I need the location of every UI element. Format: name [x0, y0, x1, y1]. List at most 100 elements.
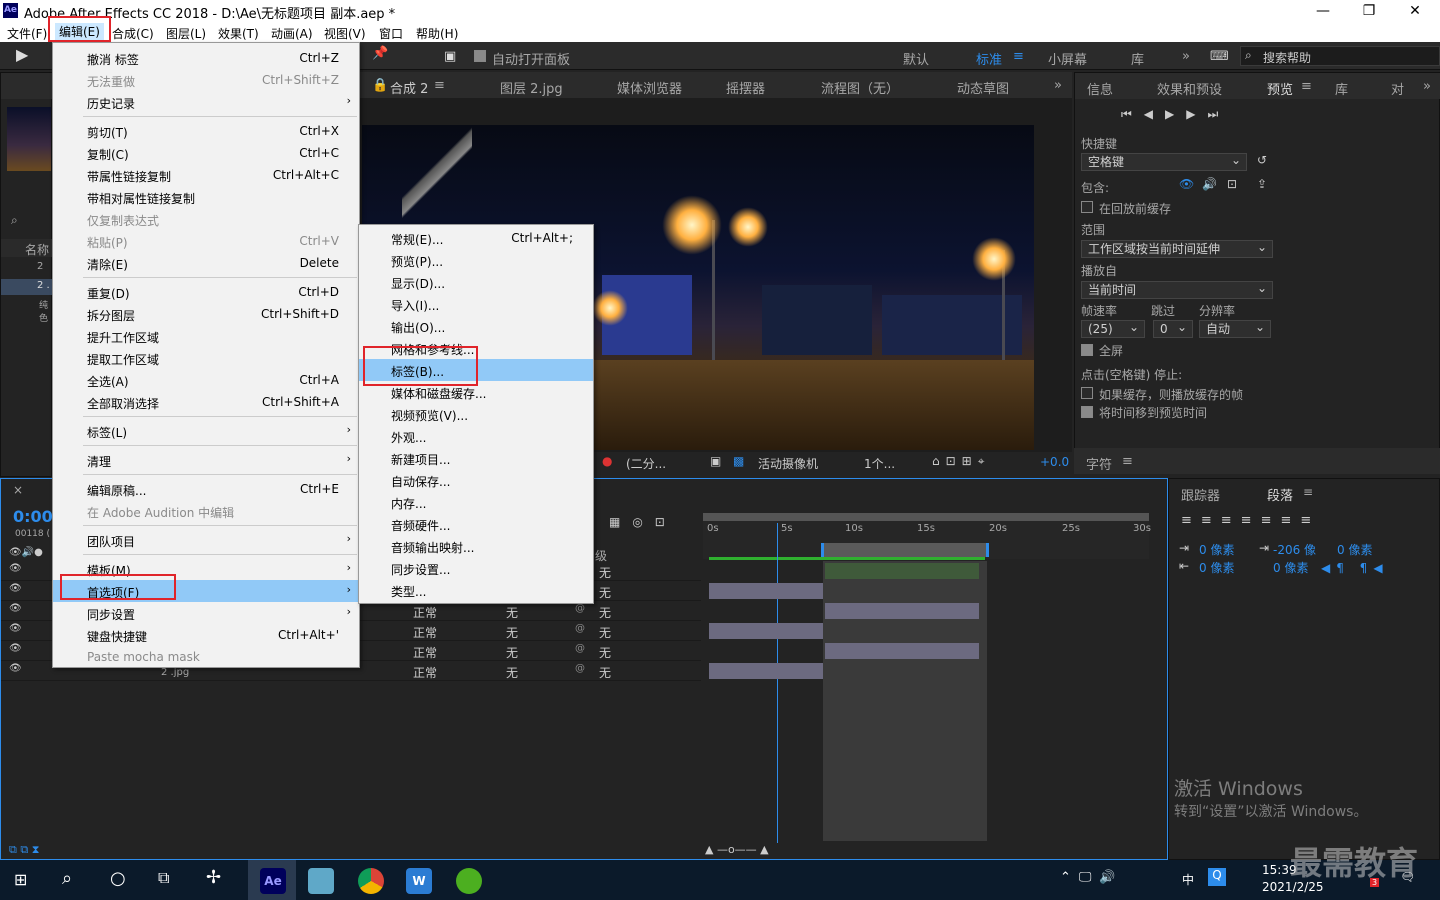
edit-menu-item[interactable]: 全选(A) Ctrl+A — [53, 369, 359, 391]
ime-indicator[interactable]: 中 — [1182, 871, 1194, 888]
edit-menu-item[interactable]: 编辑原稿... Ctrl+E — [53, 478, 359, 500]
tab-layer-2[interactable]: 图层 2.jpg — [500, 78, 563, 97]
edit-menu-item[interactable]: 清除(E) Delete — [53, 252, 359, 274]
timeline-footer-icons[interactable]: ⧉ ⧉ ⧗ — [9, 843, 39, 857]
preferences-menu-item[interactable]: 内存... — [359, 491, 593, 513]
stop-opt2-checkbox[interactable] — [1081, 406, 1093, 418]
viewer-option-icons[interactable]: ⌂⊡⊞⌖ — [932, 454, 990, 469]
sync-icon[interactable]: ⌨ — [1210, 49, 1229, 64]
more-workspaces-icon[interactable]: » — [1182, 49, 1190, 64]
layer-track-matte[interactable]: 无 — [506, 664, 518, 681]
layer-track-matte[interactable]: 无 — [506, 604, 518, 621]
edit-menu-item[interactable]: 全部取消选择 Ctrl+Shift+A — [53, 391, 359, 413]
indent-left-value[interactable]: 0 像素 — [1199, 541, 1234, 558]
tab-library[interactable]: 库 — [1335, 79, 1348, 98]
visibility-eye-icon[interactable]: 👁 — [9, 623, 22, 634]
chrome-icon[interactable] — [358, 868, 384, 894]
selection-tool-icon[interactable]: ▶ — [16, 45, 28, 64]
workspace-library[interactable]: 库 — [1131, 49, 1144, 68]
space-before-value[interactable]: 0 像素 — [1199, 559, 1234, 576]
preferences-menu-item[interactable]: 预览(P)... — [359, 249, 593, 271]
visibility-eye-icon[interactable]: 👁 — [9, 563, 22, 574]
more-right-tabs-icon[interactable]: » — [1423, 79, 1431, 94]
tab-comp-menu-icon[interactable]: ≡ — [434, 78, 445, 93]
edit-menu-item[interactable]: 带相对属性链接复制 — [53, 186, 359, 208]
edit-menu-item[interactable]: 历史记录 › — [53, 91, 359, 113]
edit-menu-item[interactable]: 拆分图层 Ctrl+Shift+D — [53, 303, 359, 325]
layer-6-name[interactable]: 2 .jpg — [161, 667, 189, 678]
fullscreen-checkbox[interactable] — [1081, 344, 1093, 356]
project-item-image[interactable]: 2 . — [37, 280, 50, 291]
shortcut-dropdown[interactable]: 空格键 — [1081, 152, 1247, 171]
auto-open-checkbox[interactable] — [474, 50, 486, 62]
space-after-value[interactable]: 0 像素 — [1273, 559, 1308, 576]
preferences-menu-item[interactable]: 音频硬件... — [359, 513, 593, 535]
project-item-comp[interactable]: 2 — [37, 261, 43, 272]
playback-controls[interactable]: ⏮◀▶▶⏭ — [1121, 107, 1230, 122]
tab-comp-2[interactable]: 合成 2 — [390, 78, 428, 97]
preferences-menu-item[interactable]: 视频预览(V)... — [359, 403, 593, 425]
edit-menu-item[interactable]: 撤消 标签 Ctrl+Z — [53, 47, 359, 69]
exposure-value[interactable]: +0.0 — [1040, 455, 1069, 469]
tab-motion-sketch[interactable]: 动态草图 — [957, 78, 1009, 97]
visibility-eye-icon[interactable]: 👁 — [9, 663, 22, 674]
tab-effects-presets[interactable]: 效果和预设 — [1157, 79, 1222, 98]
more-tabs-icon[interactable]: » — [1054, 78, 1062, 93]
layer-parent[interactable]: 无 — [599, 604, 611, 621]
menu-window[interactable]: 窗口 — [379, 25, 403, 42]
workspace-small-screen[interactable]: 小屏幕 — [1048, 49, 1087, 68]
menu-effect[interactable]: 效果(T) — [218, 25, 259, 42]
include-overlay-icon[interactable]: ⊡ — [1227, 177, 1237, 191]
export-icon[interactable]: ⇪ — [1257, 177, 1267, 191]
edit-menu-item[interactable]: 标签(L) › — [53, 420, 359, 442]
direction-icons[interactable]: ◀¶ ¶◀ — [1321, 561, 1389, 575]
preferences-menu-item[interactable]: 新建项目... — [359, 447, 593, 469]
preferences-menu-item[interactable]: 输出(O)... — [359, 315, 593, 337]
edit-menu-item[interactable]: 提取工作区域 — [53, 347, 359, 369]
parent-pickwhip-icon[interactable]: @ — [575, 623, 585, 634]
melon-app-icon[interactable] — [456, 868, 482, 894]
tray-icons[interactable]: ⌃🖵🔊 — [1060, 870, 1124, 885]
visibility-eye-icon[interactable]: 👁 — [9, 603, 22, 614]
qq-icon[interactable]: Q — [1208, 868, 1226, 886]
layer-parent[interactable]: 无 — [599, 564, 611, 581]
tab-preview[interactable]: 预览 — [1267, 79, 1293, 98]
edit-menu-item[interactable]: 复制(C) Ctrl+C — [53, 142, 359, 164]
fps-dropdown[interactable]: (25) — [1081, 319, 1145, 338]
tab-paragraph[interactable]: 段落 — [1267, 485, 1293, 504]
indent-first-value[interactable]: -206 像 — [1273, 541, 1316, 558]
preferences-menu-item[interactable]: 常规(E)... Ctrl+Alt+; — [359, 227, 593, 249]
edit-menu-item[interactable]: 重复(D) Ctrl+D — [53, 281, 359, 303]
layer-mode[interactable]: 正常 — [413, 644, 437, 661]
parent-pickwhip-icon[interactable]: @ — [575, 643, 585, 654]
close-icon[interactable]: ✕ — [1392, 0, 1438, 22]
start-icon[interactable]: ⊞ — [14, 870, 27, 889]
preferences-menu-item[interactable]: 自动保存... — [359, 469, 593, 491]
after-effects-taskbar-icon[interactable]: Ae — [260, 868, 286, 894]
preferences-menu-item[interactable]: 显示(D)... — [359, 271, 593, 293]
resolution-dropdown[interactable]: (二分... — [626, 455, 666, 472]
menu-help[interactable]: 帮助(H) — [416, 25, 458, 42]
preferences-menu-item[interactable]: 外观... — [359, 425, 593, 447]
visibility-eye-icon[interactable]: 👁 — [9, 643, 22, 654]
workspace-default[interactable]: 默认 — [903, 49, 929, 68]
word-icon[interactable]: W — [406, 868, 432, 894]
preferences-menu-item[interactable]: 音频输出映射... — [359, 535, 593, 557]
parent-pickwhip-icon[interactable]: @ — [575, 663, 585, 674]
column-name-header[interactable]: 名称 — [25, 241, 49, 258]
preferences-menu-item[interactable]: 类型... — [359, 579, 593, 601]
layer-parent[interactable]: 无 — [599, 644, 611, 661]
restore-icon[interactable]: ❐ — [1346, 0, 1392, 22]
tab-media-browser[interactable]: 媒体浏览器 — [617, 78, 682, 97]
timeline-close-icon[interactable]: × — [13, 483, 23, 497]
menu-composition[interactable]: 合成(C) — [112, 25, 154, 42]
tab-info[interactable]: 信息 — [1087, 79, 1113, 98]
transparency-grid-icon[interactable]: ▩ — [733, 454, 744, 468]
tab-wiggler[interactable]: 摇摆器 — [726, 78, 765, 97]
workspace-menu-icon[interactable]: ≡ — [1013, 49, 1024, 64]
reset-icon[interactable]: ↺ — [1257, 153, 1267, 167]
layer-track-matte[interactable]: 无 — [506, 624, 518, 641]
playhead[interactable] — [777, 523, 778, 843]
tab-paragraph-menu-icon[interactable]: ≡ — [1303, 485, 1313, 499]
tab-align[interactable]: 对 — [1391, 79, 1404, 98]
